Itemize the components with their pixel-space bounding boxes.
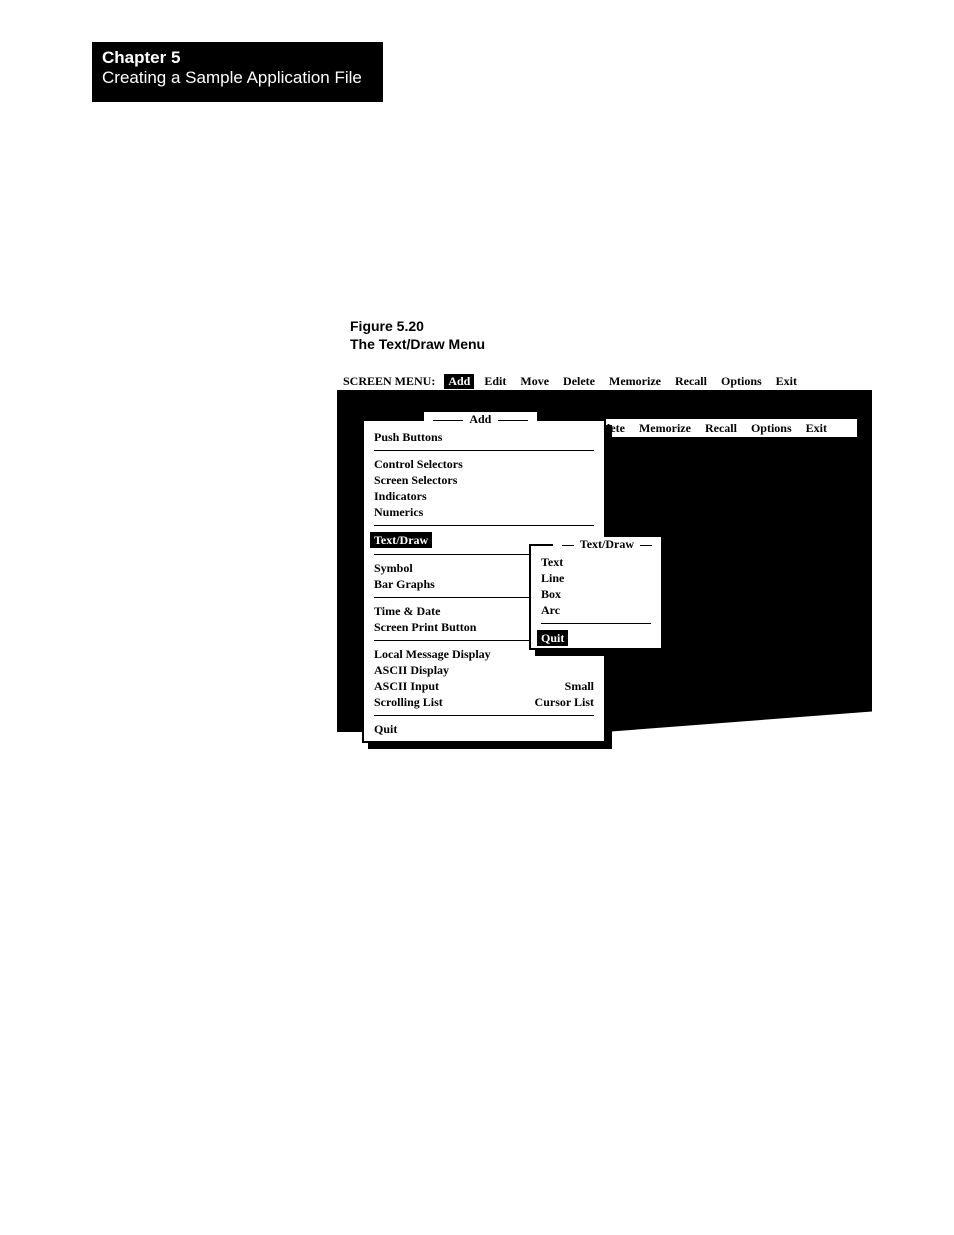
menu-echo-memorize[interactable]: Memorize — [632, 421, 698, 436]
td-item-quit[interactable]: Quit — [537, 630, 568, 646]
figure-caption: Figure 5.20 The Text/Draw Menu — [350, 317, 485, 353]
add-item-numerics[interactable]: Numerics — [374, 504, 594, 520]
figure-title: The Text/Draw Menu — [350, 335, 485, 353]
text-draw-menu-title: Text/Draw — [553, 537, 661, 552]
add-item-push-buttons[interactable]: Push Buttons — [374, 429, 594, 445]
menu-item-exit[interactable]: Exit — [769, 374, 804, 389]
add-item-scrolling-list[interactable]: Scrolling List — [374, 694, 443, 710]
text-draw-menu-panel: Text/Draw Text Line Box Arc Quit — [529, 544, 663, 650]
add-item-ascii-display[interactable]: ASCII Display — [374, 662, 594, 678]
menu-echo-delete-fragment: lete — [607, 421, 632, 436]
menu-item-options[interactable]: Options — [714, 374, 769, 389]
td-item-line[interactable]: Line — [541, 570, 651, 586]
td-item-arc[interactable]: Arc — [541, 602, 651, 618]
add-item-screen-selectors[interactable]: Screen Selectors — [374, 472, 594, 488]
screen-menu-bar: SCREEN MENU: Add Edit Move Delete Memori… — [339, 372, 851, 390]
menu-item-add[interactable]: Add — [444, 374, 474, 389]
td-item-text[interactable]: Text — [541, 554, 651, 570]
menu-echo-recall[interactable]: Recall — [698, 421, 744, 436]
add-item-ascii-input[interactable]: ASCII Input — [374, 678, 439, 694]
menu-echo-options[interactable]: Options — [744, 421, 799, 436]
menu-item-delete[interactable]: Delete — [556, 374, 602, 389]
add-item-text-draw[interactable]: Text/Draw — [370, 532, 432, 548]
menu-item-memorize[interactable]: Memorize — [602, 374, 668, 389]
chapter-title: Creating a Sample Application File — [102, 68, 373, 88]
add-menu-title: Add — [424, 412, 537, 427]
add-item-indicators[interactable]: Indicators — [374, 488, 594, 504]
add-label-small: Small — [565, 678, 594, 694]
screen-menu-label: SCREEN MENU: — [339, 374, 441, 389]
figure-number: Figure 5.20 — [350, 317, 485, 335]
menu-item-move[interactable]: Move — [513, 374, 556, 389]
chapter-header: Chapter 5 Creating a Sample Application … — [92, 42, 383, 102]
figure-screenshot: SCREEN MENU: Add Edit Move Delete Memori… — [337, 372, 872, 770]
add-item-quit[interactable]: Quit — [374, 721, 594, 737]
chapter-number: Chapter 5 — [102, 48, 373, 68]
menu-item-edit[interactable]: Edit — [477, 374, 513, 389]
add-item-control-selectors[interactable]: Control Selectors — [374, 456, 594, 472]
td-item-box[interactable]: Box — [541, 586, 651, 602]
add-label-cursor-list: Cursor List — [535, 694, 594, 710]
menu-item-recall[interactable]: Recall — [668, 374, 714, 389]
menu-echo-exit[interactable]: Exit — [799, 421, 834, 436]
